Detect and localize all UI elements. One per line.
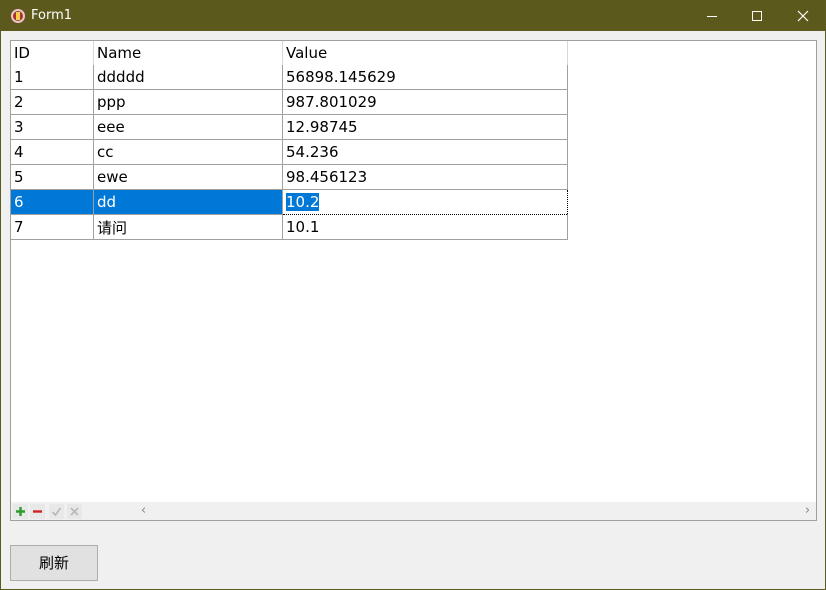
cell-name[interactable]: cc: [93, 139, 283, 165]
delete-record-button[interactable]: [30, 504, 45, 519]
post-record-button[interactable]: [49, 504, 64, 519]
refresh-button[interactable]: 刷新: [10, 545, 98, 581]
cell-value[interactable]: 10.1: [282, 214, 568, 240]
title-bar[interactable]: Form1: [1, 1, 825, 31]
main-window: Form1 ID Name Value 1 ddddd 56898.145629…: [0, 0, 826, 590]
cell-id[interactable]: 3: [11, 114, 94, 140]
cell-name[interactable]: ddddd: [93, 65, 283, 90]
grid-table: ID Name Value 1 ddddd 56898.145629 2 ppp…: [11, 41, 568, 240]
scroll-left-arrow[interactable]: ‹: [135, 502, 152, 520]
column-header-name[interactable]: Name: [93, 41, 283, 65]
cell-id[interactable]: 7: [11, 214, 94, 240]
column-header-value[interactable]: Value: [282, 41, 568, 65]
table-row[interactable]: 4 cc 54.236: [11, 139, 568, 165]
cell-edit-text[interactable]: 10.2: [286, 193, 320, 211]
table-row-selected[interactable]: 6 dd 10.2: [11, 189, 568, 215]
cancel-edit-icon: [70, 507, 79, 516]
cell-id[interactable]: 2: [11, 89, 94, 115]
cell-value[interactable]: 98.456123: [282, 164, 568, 190]
data-grid[interactable]: ID Name Value 1 ddddd 56898.145629 2 ppp…: [10, 40, 817, 521]
maximize-icon: [752, 11, 762, 21]
app-icon: [10, 8, 26, 24]
cell-name[interactable]: 请问: [93, 214, 283, 240]
table-row[interactable]: 5 ewe 98.456123: [11, 164, 568, 190]
cell-value[interactable]: 56898.145629: [282, 65, 568, 90]
cell-value[interactable]: 54.236: [282, 139, 568, 165]
cancel-edit-button[interactable]: [67, 504, 82, 519]
cell-name[interactable]: eee: [93, 114, 283, 140]
cell-name[interactable]: dd: [93, 189, 283, 215]
table-row[interactable]: 2 ppp 987.801029: [11, 89, 568, 115]
cell-id[interactable]: 5: [11, 164, 94, 190]
table-row[interactable]: 7 请问 10.1: [11, 214, 568, 240]
cell-id[interactable]: 4: [11, 139, 94, 165]
column-header-id[interactable]: ID: [11, 41, 94, 65]
table-row[interactable]: 1 ddddd 56898.145629: [11, 65, 568, 90]
minimize-icon: [707, 16, 717, 17]
cell-id[interactable]: 1: [11, 65, 94, 90]
minimize-button[interactable]: [689, 1, 735, 31]
delete-record-icon: [33, 510, 42, 513]
window-title: Form1: [31, 8, 73, 23]
cell-name[interactable]: ewe: [93, 164, 283, 190]
header-row: ID Name Value: [11, 41, 568, 65]
table-row[interactable]: 3 eee 12.98745: [11, 114, 568, 140]
cell-name[interactable]: ppp: [93, 89, 283, 115]
cell-value[interactable]: 12.98745: [282, 114, 568, 140]
scroll-right-arrow[interactable]: ›: [799, 502, 816, 520]
maximize-button[interactable]: [734, 1, 780, 31]
record-navigator: [11, 502, 135, 520]
post-record-icon: [51, 507, 62, 517]
horizontal-scrollbar[interactable]: ‹ ›: [135, 502, 816, 520]
cell-value[interactable]: 987.801029: [282, 89, 568, 115]
close-icon: [797, 10, 809, 22]
close-button[interactable]: [780, 1, 826, 31]
cell-id[interactable]: 6: [11, 189, 94, 215]
add-record-button[interactable]: [13, 504, 28, 519]
add-record-icon: [16, 507, 25, 516]
cell-value-editing[interactable]: 10.2: [282, 189, 568, 215]
